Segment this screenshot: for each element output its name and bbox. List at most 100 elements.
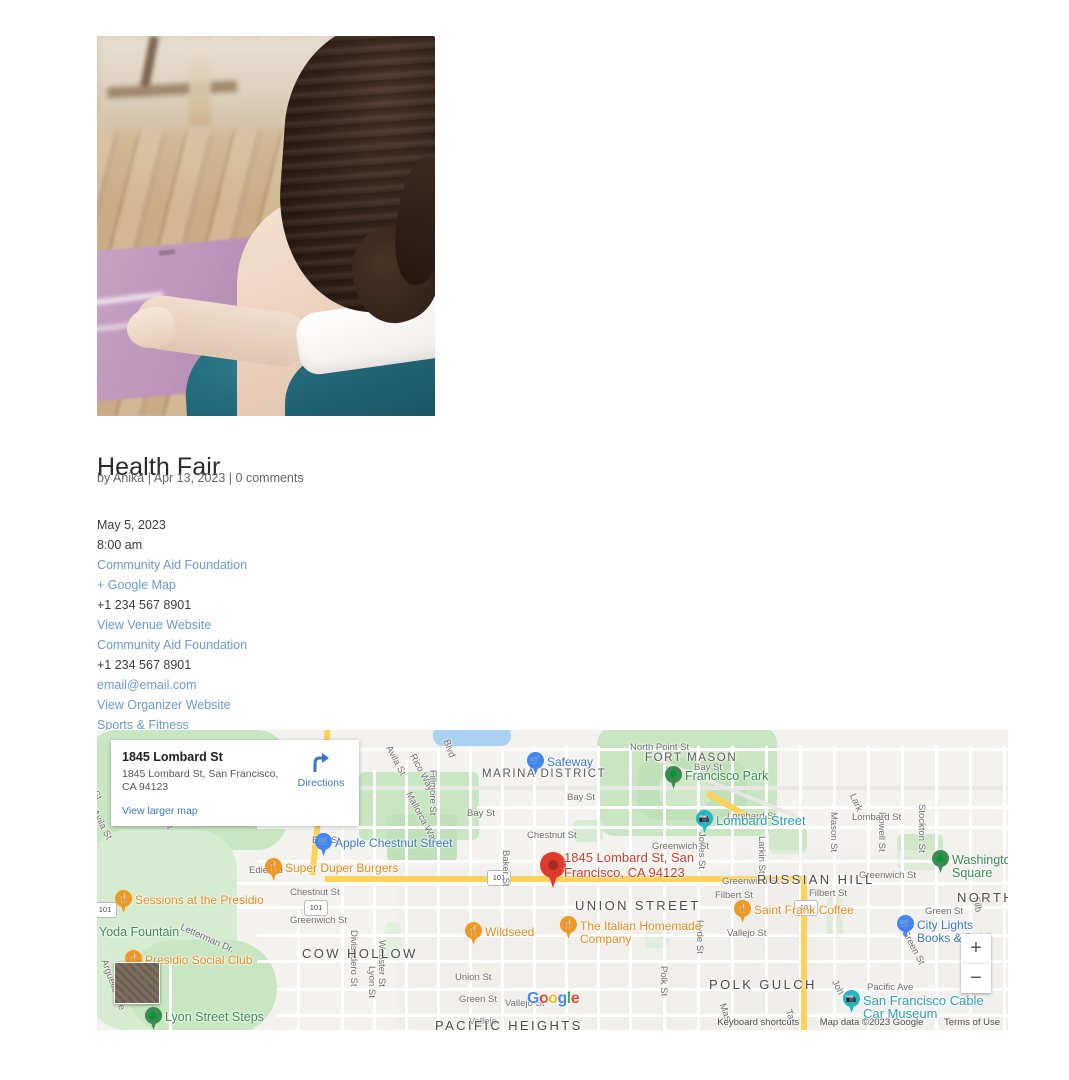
event-page: Health Fair by Anika | Apr 13, 2023 | 0 … [0, 0, 1069, 1080]
map-poi-label[interactable]: Sessions at the Presidio [135, 894, 264, 907]
map-poi-pin[interactable]: 🌲 [932, 850, 949, 873]
pin-glyph: 🍴 [562, 919, 575, 929]
map-poi-pin[interactable]: 📷 [696, 810, 713, 833]
map-attribution: Keyboard shortcuts Map data ©2023 Google… [717, 1017, 1000, 1028]
map-poi-pin[interactable]: 🍴 [560, 916, 577, 939]
pin-glyph: 🌲 [147, 1010, 160, 1020]
road-webster-st [565, 746, 568, 1030]
event-detail-text: +1 234 567 8901 [97, 658, 192, 672]
map-street-label: Greenwich St [290, 915, 348, 926]
map-poi-label[interactable]: The Italian Homemade Company [580, 920, 730, 946]
map-street-label: Chestnut St [290, 887, 340, 898]
map-poi-pin[interactable]: 🛒 [527, 752, 544, 775]
destination-marker[interactable] [540, 852, 566, 888]
post-meta: by Anika | Apr 13, 2023 | 0 comments [97, 471, 304, 485]
map-street-label: Bay St [567, 792, 595, 803]
map-poi-label[interactable]: Francisco Park [685, 770, 768, 783]
pin-glyph: 🍴 [736, 903, 749, 913]
pin-glyph: 🍴 [117, 893, 130, 903]
zoom-in-button[interactable]: + [961, 934, 991, 963]
map-street-label: Union St [455, 972, 492, 983]
map-poi-pin[interactable]: 🛒 [315, 833, 332, 856]
event-detail-link[interactable]: View Venue Website [97, 615, 247, 635]
event-detail-link[interactable]: + Google Map [97, 575, 247, 595]
highway-shield-101-mid: 101 [304, 900, 328, 916]
pin-glyph: 📷 [845, 993, 858, 1003]
map-neighborhood-label: COW HOLLOW [302, 946, 418, 961]
road-bay-st-east [477, 806, 1008, 809]
road-laguna-st [629, 746, 632, 1030]
street-view-thumbnail[interactable] [114, 962, 160, 1004]
map-poi-pin[interactable]: 🍴 [265, 858, 282, 881]
map-street-label: Green St [459, 994, 498, 1005]
event-detail-link[interactable]: email@email.com [97, 675, 247, 695]
map-poi-pin[interactable]: 🍴 [734, 900, 751, 923]
street-label-polk: Polk St [658, 966, 669, 997]
map-street-label: Chestnut St [527, 830, 577, 841]
directions-icon [313, 753, 329, 772]
map-poi-pin[interactable]: 📷 [843, 990, 860, 1013]
map-street-label: Green St [925, 906, 964, 917]
pin-glyph: 🛒 [529, 755, 542, 765]
map-neighborhood-label: UNION STREET [575, 898, 701, 913]
map-street-label: Lombard St [852, 812, 902, 823]
map-poi-label[interactable]: Presidio Social Club [145, 954, 252, 967]
event-detail-link[interactable]: Community Aid Foundation [97, 635, 247, 655]
map-neighborhood-label: NORTH [957, 890, 1008, 905]
road-divisadero-south [297, 910, 300, 1030]
google-map[interactable]: 101 101 101 101 Fillmore St Baker St Lyo… [97, 730, 1008, 1030]
map-canvas: 101 101 101 101 Fillmore St Baker St Lyo… [97, 730, 1008, 1030]
map-poi-label[interactable]: Apple Chestnut Street [335, 837, 452, 850]
road-chestnut-st [257, 826, 1008, 829]
map-poi-label[interactable]: Washington Square [952, 854, 1008, 880]
map-poi-pin[interactable]: 🛒 [897, 915, 914, 938]
road-van-ness [697, 746, 700, 1030]
map-poi-pin[interactable]: 🍴 [465, 922, 482, 945]
map-neighborhood-label: RUSSIAN HILL [757, 872, 875, 887]
map-card-address: 1845 Lombard St, San Francisco, CA 94123 [122, 768, 279, 793]
map-info-card: 1845 Lombard St 1845 Lombard St, San Fra… [111, 740, 359, 826]
event-detail-link[interactable]: Community Aid Foundation [97, 555, 247, 575]
map-poi-label[interactable]: Wildseed [485, 926, 534, 939]
map-poi-label[interactable]: Super Duper Burgers [285, 862, 398, 875]
view-larger-map-link[interactable]: View larger map [122, 805, 348, 818]
map-data-text: Map data ©2023 Google [819, 1017, 924, 1028]
street-label-mason: Mason St [828, 812, 839, 853]
map-poi-label[interactable]: Lombard Street [716, 814, 806, 827]
street-label-larkin: Larkin St [756, 836, 767, 874]
pin-glyph: 🍴 [267, 861, 280, 871]
road-buchanan-st [597, 746, 600, 1030]
map-poi-label[interactable]: Yoda Fountain [99, 926, 179, 939]
map-poi-pin[interactable]: 🌲 [145, 1007, 162, 1030]
road-stockton-st [1003, 746, 1006, 1030]
map-poi-label[interactable]: Saint Frank Coffee [754, 904, 854, 917]
map-poi-pin[interactable]: 🍴 [115, 890, 132, 913]
marker-tail [547, 870, 559, 888]
map-street-label: Bay St [467, 808, 495, 819]
event-detail-link[interactable]: View Organizer Website [97, 695, 247, 715]
terms-of-use-link[interactable]: Terms of Use [944, 1017, 1000, 1028]
map-zoom-controls[interactable]: + − [961, 934, 991, 993]
directions-label: Directions [297, 777, 345, 789]
map-poi-label[interactable]: Safeway [547, 756, 593, 769]
map-poi-pin[interactable]: 🌲 [665, 766, 682, 789]
directions-button[interactable]: Directions [292, 752, 350, 791]
pin-glyph: 🍴 [467, 925, 480, 935]
pin-glyph: 🌲 [934, 853, 947, 863]
zoom-out-button[interactable]: − [961, 964, 991, 993]
keyboard-shortcuts-link[interactable]: Keyboard shortcuts [717, 1017, 799, 1028]
featured-image [97, 36, 435, 416]
event-detail-text: May 5, 2023 [97, 518, 166, 532]
map-neighborhood-label: PACIFIC HEIGHTS [435, 1018, 583, 1030]
destination-marker-label: 1845 Lombard St, San Francisco, CA 94123 [564, 850, 695, 880]
event-detail-text: 8:00 am [97, 538, 143, 552]
map-street-label: Filbert St [809, 888, 848, 899]
google-logo: Google [527, 990, 580, 1007]
marker-dot [548, 860, 558, 870]
pin-glyph: 🛒 [899, 918, 912, 928]
street-label-kearny: Lark [846, 792, 865, 814]
map-poi-label[interactable]: Lyon Street Steps [165, 1011, 264, 1024]
street-label-baker: Baker St [500, 850, 511, 887]
map-street-label: Vallejo St [727, 928, 767, 939]
road-pierce-st [469, 746, 472, 1030]
